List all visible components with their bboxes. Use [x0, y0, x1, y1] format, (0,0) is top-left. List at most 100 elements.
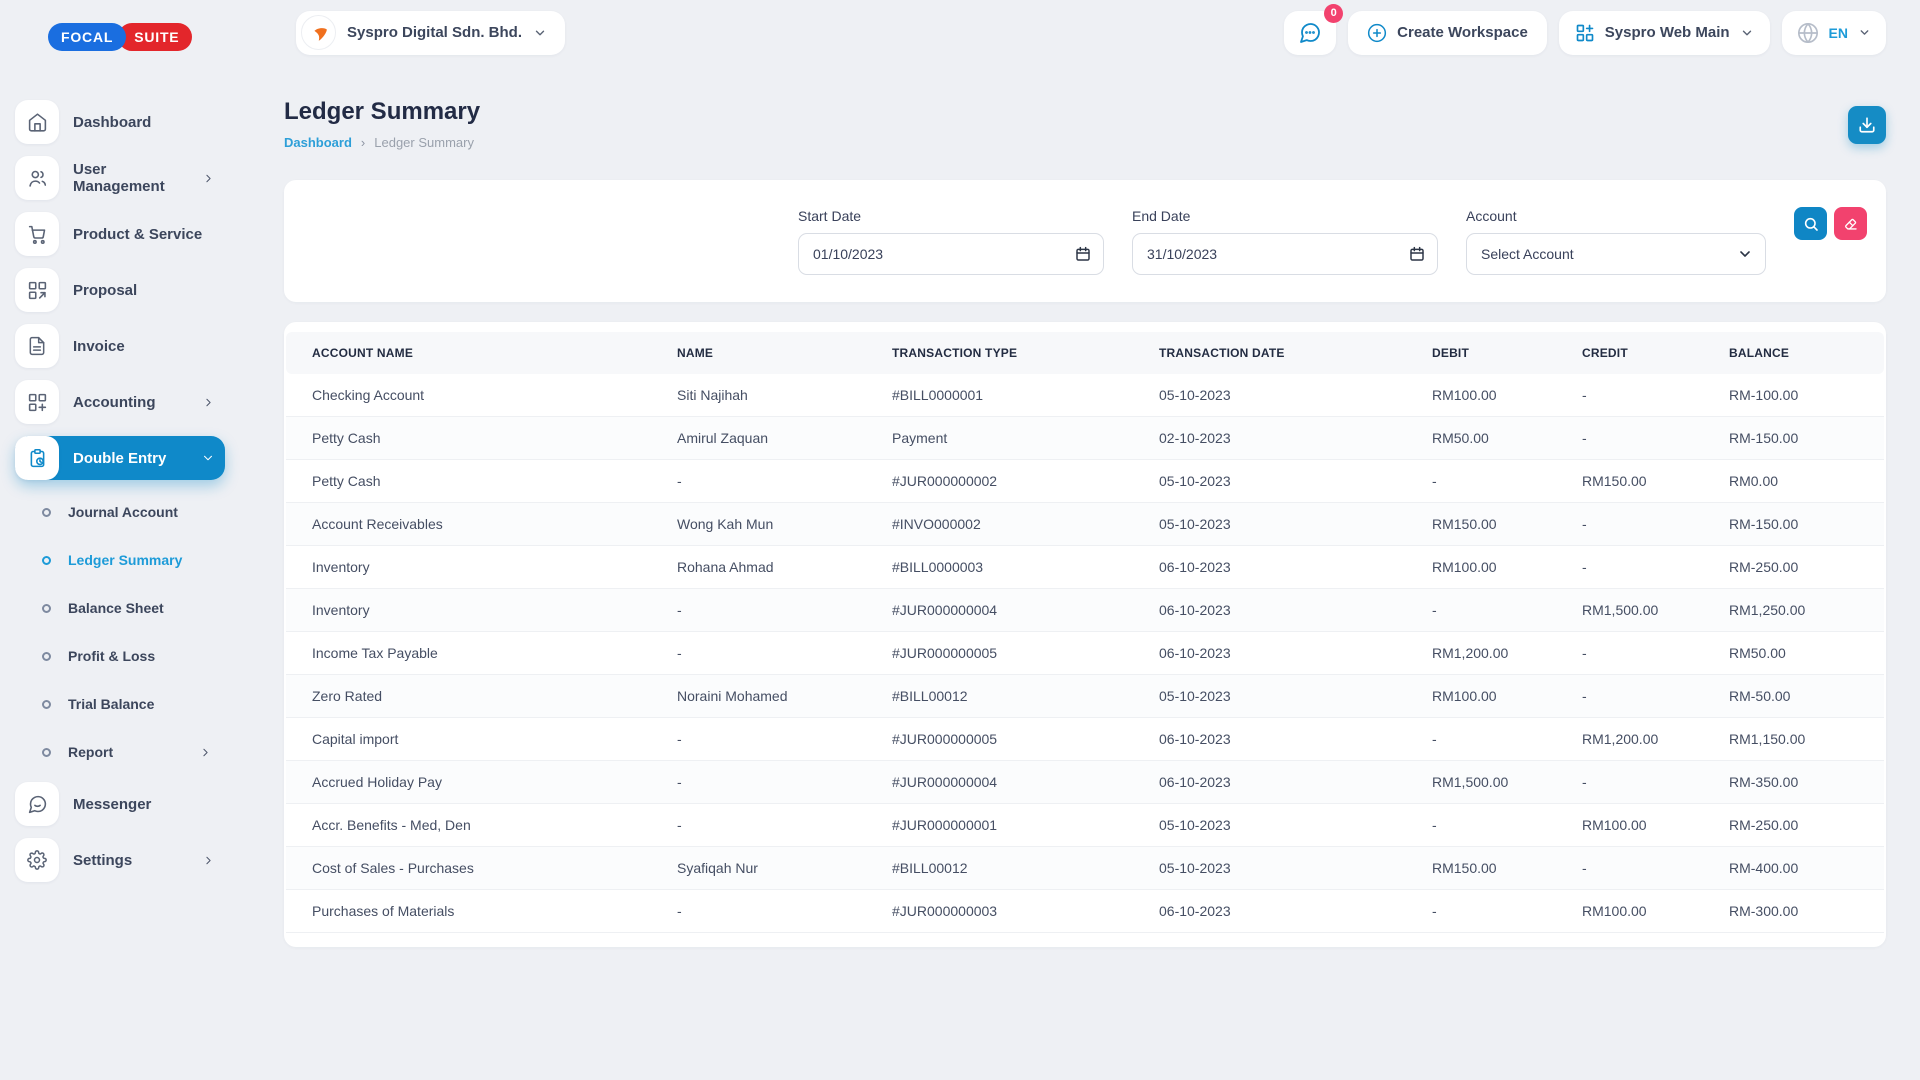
sidebar-subitem-report[interactable]: Report	[0, 732, 240, 772]
cell-account-name: Inventory	[286, 546, 677, 589]
sidebar-item-accounting[interactable]: Accounting	[15, 380, 225, 424]
cell-balance: RM-250.00	[1729, 546, 1884, 589]
column-header: BALANCE	[1729, 332, 1884, 374]
sidebar-item-label: User Management	[73, 161, 188, 195]
cell-balance: RM-150.00	[1729, 417, 1884, 460]
topbar: Syspro Digital Sdn. Bhd. 0 Create Work	[284, 0, 1886, 58]
sidebar-item-messenger[interactable]: Messenger	[15, 782, 225, 826]
cell-transaction-date: 06-10-2023	[1159, 718, 1432, 761]
messages-badge: 0	[1324, 4, 1343, 23]
sidebar-subitem-trial-balance[interactable]: Trial Balance	[0, 684, 240, 724]
bullet-icon	[42, 508, 51, 517]
sidebar-item-proposal[interactable]: Proposal	[15, 268, 225, 312]
sidebar-subitem-label: Ledger Summary	[68, 552, 240, 568]
double-entry-icon	[15, 436, 59, 480]
search-button[interactable]	[1794, 207, 1827, 240]
bullet-icon	[42, 556, 51, 565]
sidebar-subitem-ledger-summary[interactable]: Ledger Summary	[0, 540, 240, 580]
clear-filter-button[interactable]	[1834, 207, 1867, 240]
cell-account-name: Account Receivables	[286, 503, 677, 546]
start-date-input[interactable]	[798, 233, 1104, 275]
account-label: Account	[1466, 208, 1766, 224]
cell-balance: RM-150.00	[1729, 503, 1884, 546]
accounting-icon	[15, 380, 59, 424]
cell-account-name: Cost of Sales - Purchases	[286, 847, 677, 890]
create-workspace-button[interactable]: Create Workspace	[1348, 11, 1547, 55]
cell-name: -	[677, 632, 892, 675]
app-logo[interactable]: FOCAL SUITE	[0, 14, 240, 60]
cell-transaction-type: #JUR000000003	[892, 890, 1159, 933]
chevron-down-icon	[1740, 26, 1754, 40]
download-button[interactable]	[1848, 106, 1886, 144]
sidebar-item-double-entry[interactable]: Double Entry	[15, 436, 225, 480]
globe-icon	[1797, 22, 1819, 44]
bullet-icon	[42, 748, 51, 757]
cell-name: -	[677, 804, 892, 847]
table-head: ACCOUNT NAMENAMETRANSACTION TYPETRANSACT…	[286, 332, 1884, 374]
cell-account-name: Capital import	[286, 718, 677, 761]
table-row: Accr. Benefits - Med, Den-#JUR0000000010…	[286, 804, 1884, 847]
cell-transaction-date: 02-10-2023	[1159, 417, 1432, 460]
cell-debit: RM100.00	[1432, 675, 1582, 718]
end-date-field: End Date	[1132, 208, 1438, 275]
bullet-icon	[42, 652, 51, 661]
cell-name: -	[677, 890, 892, 933]
cell-transaction-date: 05-10-2023	[1159, 804, 1432, 847]
page-title: Ledger Summary	[284, 98, 480, 126]
start-date-label: Start Date	[798, 208, 1104, 224]
cell-name: Wong Kah Mun	[677, 503, 892, 546]
company-workspace-selector[interactable]: Syspro Digital Sdn. Bhd.	[296, 11, 565, 55]
sidebar-subitem-journal-account[interactable]: Journal Account	[0, 492, 240, 532]
cell-credit: -	[1582, 503, 1729, 546]
cell-name: Syafiqah Nur	[677, 847, 892, 890]
table-row: Accrued Holiday Pay-#JUR00000000406-10-2…	[286, 761, 1884, 804]
cell-credit: RM1,500.00	[1582, 589, 1729, 632]
cell-debit: RM50.00	[1432, 417, 1582, 460]
cell-transaction-date: 06-10-2023	[1159, 546, 1432, 589]
end-date-input[interactable]	[1132, 233, 1438, 275]
table-row: Income Tax Payable-#JUR00000000506-10-20…	[286, 632, 1884, 675]
cell-transaction-type: #JUR000000004	[892, 589, 1159, 632]
sidebar-subitem-label: Report	[68, 744, 182, 760]
workspace-switcher[interactable]: Syspro Web Main	[1559, 11, 1770, 55]
sidebar-item-label: Settings	[73, 852, 188, 869]
cell-credit: -	[1582, 761, 1729, 804]
cell-credit: -	[1582, 417, 1729, 460]
cell-transaction-date: 05-10-2023	[1159, 374, 1432, 417]
cell-transaction-date: 06-10-2023	[1159, 761, 1432, 804]
filter-buttons	[1794, 207, 1867, 240]
table-row: Account ReceivablesWong Kah Mun#INVO0000…	[286, 503, 1884, 546]
breadcrumb-current: Ledger Summary	[374, 135, 474, 150]
sidebar-subitem-balance-sheet[interactable]: Balance Sheet	[0, 588, 240, 628]
cell-credit: RM150.00	[1582, 460, 1729, 503]
cell-balance: RM1,150.00	[1729, 718, 1884, 761]
cell-name: -	[677, 761, 892, 804]
cell-balance: RM50.00	[1729, 632, 1884, 675]
cell-credit: RM100.00	[1582, 890, 1729, 933]
cell-name: Noraini Mohamed	[677, 675, 892, 718]
sidebar-item-label: Proposal	[73, 282, 215, 299]
sidebar-subitem-profit-loss[interactable]: Profit & Loss	[0, 636, 240, 676]
sidebar-item-invoice[interactable]: Invoice	[15, 324, 225, 368]
chevron-down-icon	[533, 26, 547, 40]
sidebar-item-settings[interactable]: Settings	[15, 838, 225, 882]
cell-account-name: Accr. Benefits - Med, Den	[286, 804, 677, 847]
chevron-down-icon	[201, 451, 215, 465]
filter-card: Start Date End Date Account	[284, 180, 1886, 302]
ledger-table: ACCOUNT NAMENAMETRANSACTION TYPETRANSACT…	[286, 332, 1884, 933]
cell-credit: -	[1582, 374, 1729, 417]
sidebar-item-user-management[interactable]: User Management	[15, 156, 225, 200]
breadcrumb-dashboard-link[interactable]: Dashboard	[284, 135, 352, 150]
account-select[interactable]: Select Account	[1466, 233, 1766, 275]
company-logo	[301, 15, 336, 50]
messages-button[interactable]: 0	[1284, 11, 1336, 55]
sidebar-item-dashboard[interactable]: Dashboard	[15, 100, 225, 144]
table-row: Petty Cash-#JUR00000000205-10-2023-RM150…	[286, 460, 1884, 503]
table-body: Checking AccountSiti Najihah#BILL0000001…	[286, 374, 1884, 933]
sidebar-item-product-service[interactable]: Product & Service	[15, 212, 225, 256]
cell-transaction-date: 05-10-2023	[1159, 675, 1432, 718]
table-row: Checking AccountSiti Najihah#BILL0000001…	[286, 374, 1884, 417]
cart-icon	[15, 212, 59, 256]
language-selector[interactable]: EN	[1782, 11, 1886, 55]
cell-credit: -	[1582, 632, 1729, 675]
